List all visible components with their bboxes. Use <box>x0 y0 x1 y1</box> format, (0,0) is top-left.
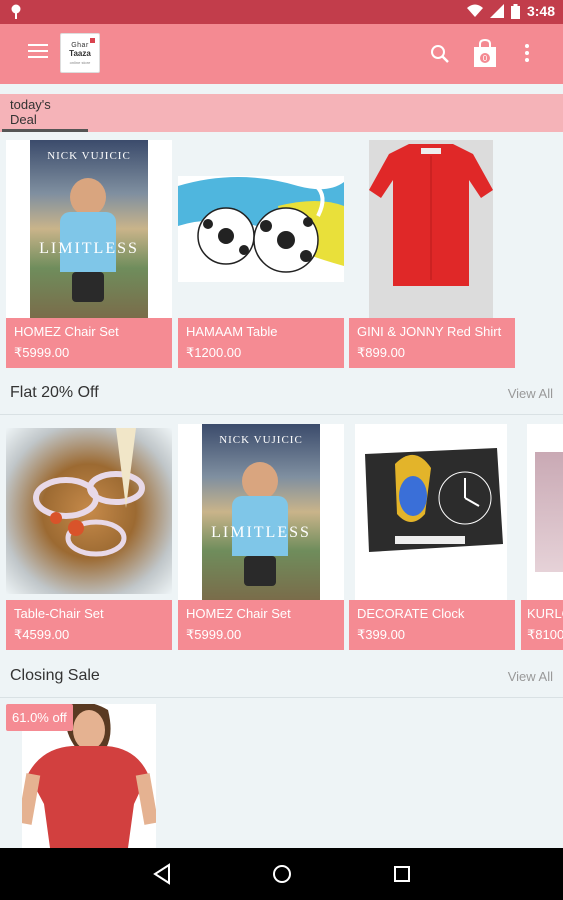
section-title-closing-sale: Closing Sale <box>10 667 100 684</box>
product-price: ₹899.00 <box>357 345 406 360</box>
back-icon[interactable] <box>152 862 172 886</box>
product-info: HAMAAM Table ₹1200.00 <box>178 318 344 368</box>
product-image <box>349 140 515 318</box>
product-name: HAMAAM Table <box>186 324 278 339</box>
app-logo[interactable]: Ghar Taaza online store <box>60 33 100 73</box>
section-divider <box>0 414 563 415</box>
product-price: ₹4599.00 <box>14 627 70 642</box>
product-image <box>521 424 563 600</box>
android-nav-bar <box>0 848 563 900</box>
signal-icon <box>489 4 504 18</box>
product-info: DECORATE Clock ₹399.00 <box>349 600 515 650</box>
book-author: NICK VUJICIC <box>219 434 303 446</box>
tab-todays-deal[interactable]: today's Deal <box>2 94 88 132</box>
product-info: HOMEZ Chair Set ₹5999.00 <box>6 318 172 368</box>
product-name: KURLO <box>527 606 563 621</box>
book-title: LIMITLESS <box>211 524 311 541</box>
search-icon[interactable] <box>430 44 450 64</box>
menu-icon[interactable] <box>28 44 48 62</box>
logo-mark <box>90 38 95 43</box>
product-image: NICK VUJICIC LIMITLESS <box>6 140 172 318</box>
home-icon[interactable] <box>271 862 293 886</box>
product-name: GINI & JONNY Red Shirt <box>357 324 502 339</box>
product-info: GINI & JONNY Red Shirt ₹899.00 <box>349 318 515 368</box>
view-all-closing-sale[interactable]: View All <box>508 669 553 684</box>
clock-text: 3:48 <box>526 3 555 19</box>
product-price: ₹1200.00 <box>186 345 242 360</box>
product-name: HOMEZ Chair Set <box>186 606 291 621</box>
book-title: LIMITLESS <box>39 240 139 257</box>
product-price: ₹5999.00 <box>186 627 242 642</box>
shopping-bag-icon[interactable]: 0 <box>472 38 498 68</box>
main-content: today's Deal NICK VUJICIC LIMITLESS HOME… <box>0 84 563 848</box>
product-info: KURLO ₹8100 <box>521 600 563 650</box>
more-options-icon[interactable] <box>522 44 532 64</box>
product-image <box>6 424 172 600</box>
product-image <box>349 424 515 600</box>
deal-tab-bar: today's Deal <box>0 94 563 132</box>
product-name: DECORATE Clock <box>357 606 465 621</box>
product-name: HOMEZ Chair Set <box>14 324 119 339</box>
cart-count: 0 <box>483 54 488 63</box>
discount-badge: 61.0% off <box>6 704 73 731</box>
section-title-flat-off: Flat 20% Off <box>10 384 99 401</box>
product-name: Table-Chair Set <box>14 606 104 621</box>
product-info: Table-Chair Set ₹4599.00 <box>6 600 172 650</box>
wifi-icon <box>466 4 483 17</box>
logo-text-1: Ghar <box>71 41 89 49</box>
recents-icon[interactable] <box>392 862 412 886</box>
notification-pin-icon <box>11 4 21 19</box>
view-all-flat-off[interactable]: View All <box>508 386 553 401</box>
product-image: NICK VUJICIC LIMITLESS <box>178 424 344 600</box>
book-author: NICK VUJICIC <box>47 150 131 162</box>
product-image <box>178 140 344 318</box>
app-toolbar: Ghar Taaza online store 0 <box>0 24 563 84</box>
product-price: ₹8100 <box>527 627 563 642</box>
section-divider <box>0 697 563 698</box>
product-price: ₹5999.00 <box>14 345 70 360</box>
product-price: ₹399.00 <box>357 627 406 642</box>
logo-text-3: online store <box>69 59 91 65</box>
product-info: HOMEZ Chair Set ₹5999.00 <box>178 600 344 650</box>
logo-text-2: Taaza <box>69 48 91 58</box>
flat-card-4[interactable]: KURLO ₹8100 <box>521 424 563 650</box>
status-bar: 3:48 <box>0 0 563 24</box>
battery-icon <box>510 3 520 19</box>
